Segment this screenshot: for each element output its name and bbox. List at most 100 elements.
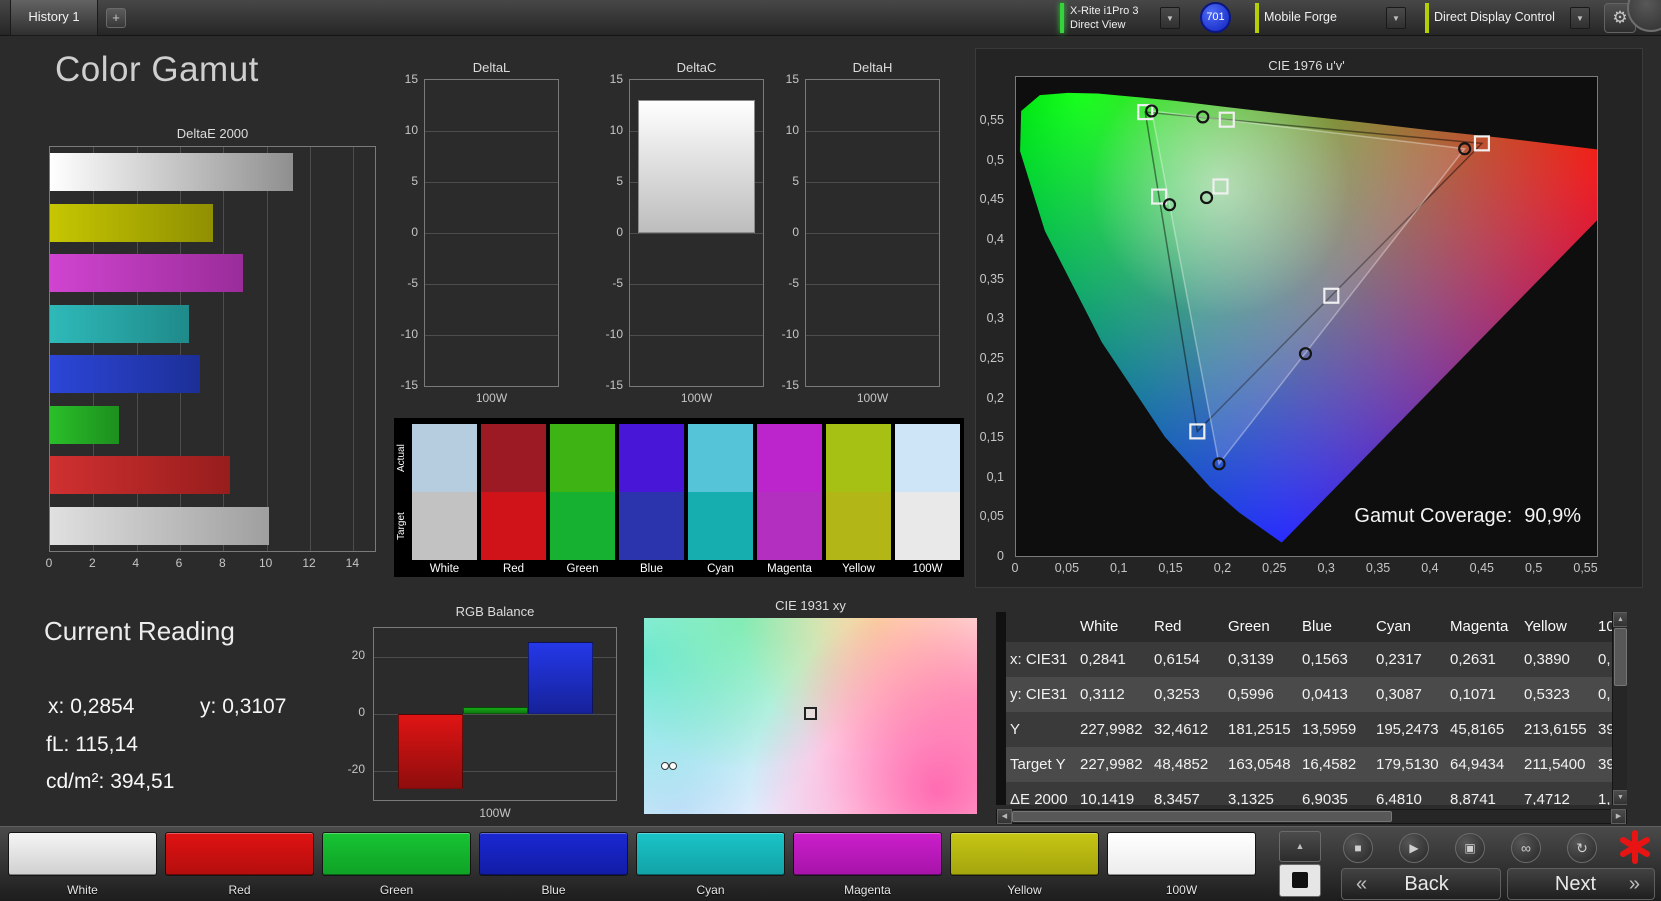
cie1976-title: CIE 1976 u'v' (1268, 58, 1345, 73)
table-row: Target Y 227,9982 48,4852 163,0548 16,4582 17… (1006, 747, 1612, 782)
patch-button-white[interactable] (8, 832, 157, 876)
scroll-right-button[interactable]: ▶ (1611, 809, 1626, 824)
next-button[interactable]: Next » (1507, 868, 1655, 900)
meter-status-indicator (1060, 3, 1064, 33)
swatch-actual (895, 424, 960, 492)
row-label: x: CIE31 (1010, 651, 1068, 668)
gridline (806, 335, 939, 336)
workflow-dropdown-chevron-icon[interactable]: ▼ (1386, 7, 1406, 29)
patch-label: 100W (1165, 883, 1198, 897)
swatch-label: Red (502, 563, 525, 575)
delta-c-chart: DeltaC 100W 15 10 5 0 -5 -10 -15 (589, 60, 765, 410)
patch-button-red[interactable] (165, 832, 314, 876)
axis-tick-label: 0,35 (979, 271, 1004, 286)
table-cell: 0,5323 (1524, 686, 1570, 703)
swatch-column-white: White (412, 424, 477, 577)
stop-button[interactable]: ■ (1343, 833, 1373, 863)
scroll-left-button[interactable]: ◀ (997, 809, 1012, 824)
swatch-label: Blue (639, 563, 664, 575)
cie1976-y-axis: 0 0,05 0,1 0,15 0,2 0,25 0,3 0,35 0,4 0,45 0,5 0,55 (960, 76, 1008, 563)
play-icon: ▶ (1409, 841, 1419, 855)
patch-window-button[interactable]: ▣ (1455, 833, 1485, 863)
vertical-scrollbar-thumb[interactable] (1614, 628, 1627, 686)
chart-x-label: 100W (856, 391, 889, 405)
patch-label: Green (379, 883, 414, 897)
continuous-measure-button[interactable]: ∞ (1511, 833, 1541, 863)
swatch-column-yellow: Yellow (826, 424, 891, 577)
meter-dropdown-chevron-icon[interactable]: ▼ (1160, 7, 1180, 29)
next-label: Next (1554, 872, 1596, 895)
swatch-column-red: Red (481, 424, 546, 577)
patch-button-yellow[interactable] (950, 832, 1099, 876)
cie1976-x-axis: 0 0,05 0,1 0,15 0,2 0,25 0,3 0,35 0,4 0,45 0,5 0,55 (1012, 561, 1598, 577)
cie1931-title: CIE 1931 xy (775, 598, 846, 613)
scroll-down-button[interactable]: ▼ (1613, 790, 1627, 805)
scroll-up-button[interactable]: ▲ (1613, 612, 1627, 627)
back-button[interactable]: « Back (1341, 868, 1501, 900)
actual-row-label: Actual (396, 444, 407, 472)
axis-tick-label: 10 (258, 556, 273, 570)
deltae-bar-chart (49, 146, 376, 552)
patch-button-green[interactable] (322, 832, 471, 876)
patch-button-blue[interactable] (479, 832, 628, 876)
play-button[interactable]: ▶ (1399, 833, 1429, 863)
page-title: Color Gamut (55, 50, 259, 89)
results-table: White Red Green Blue Cyan Magenta Yellow 10 x: … (996, 612, 1627, 805)
panel-up-button[interactable]: ▲ (1279, 831, 1321, 862)
x-value: 0,2854 (70, 695, 135, 718)
gridline (806, 284, 939, 285)
axis-tick-label: 10 (404, 123, 418, 137)
cd-value: 394,51 (110, 770, 175, 793)
vertical-scrollbar[interactable]: ▲ ▼ (1612, 612, 1627, 805)
display-selector[interactable]: Direct Display Control (1434, 10, 1555, 24)
column-header: Yellow (1524, 618, 1567, 635)
patch-button-cyan[interactable] (636, 832, 785, 876)
x-label: x: (48, 695, 65, 718)
table-cell: 163,0548 (1228, 756, 1291, 773)
axis-tick-label: 0,45 (979, 192, 1004, 207)
deltae-bar-100w (50, 506, 269, 545)
meter-selector[interactable]: X-Rite i1Pro 3 Direct View (1070, 4, 1138, 32)
deltae-chart-title: DeltaE 2000 (176, 126, 249, 141)
swatch-actual (412, 424, 477, 492)
axis-tick-label: 0,3 (1317, 561, 1335, 575)
swatch-columns: White Red Green Blue Cyan Magenta Yellow 100W (412, 424, 960, 577)
column-header: White (1080, 618, 1119, 635)
axis-tick-label: -5 (612, 276, 623, 290)
horizontal-scrollbar-thumb[interactable] (1012, 811, 1392, 822)
swatch-actual (481, 424, 546, 492)
loop-button[interactable]: ↻ (1567, 833, 1597, 863)
axis-tick-label: 0,25 (979, 350, 1004, 365)
history-tab[interactable]: History 1 (10, 0, 98, 36)
deltae-bar-red (50, 456, 230, 494)
chart-plot (629, 79, 764, 387)
axis-tick-label: 10 (609, 123, 623, 137)
table-cell: 0,2631 (1450, 651, 1496, 668)
workflow-selector[interactable]: Mobile Forge (1264, 10, 1337, 24)
patch-count-badge[interactable]: 701 (1200, 2, 1231, 33)
display-dropdown-chevron-icon[interactable]: ▼ (1570, 7, 1590, 29)
column-header: Cyan (1376, 618, 1412, 635)
axis-tick-label: 0,05 (979, 509, 1004, 524)
axis-tick-label: 6 (175, 556, 183, 570)
patch-preview-button[interactable] (1279, 864, 1321, 897)
axis-tick-label: 0 (616, 225, 623, 239)
patch-button-magenta[interactable] (793, 832, 942, 876)
table-cell: 39 (1598, 721, 1612, 738)
table-cell: 213,6155 (1524, 721, 1587, 738)
axis-tick-label: -10 (400, 327, 418, 341)
row-label: Y (1010, 721, 1021, 738)
table-cell: 45,8165 (1450, 721, 1505, 738)
axis-tick-label: 0,05 (1054, 561, 1080, 575)
axis-tick-label: -5 (407, 276, 418, 290)
table-cell: 0,3253 (1154, 686, 1200, 703)
cie1976-chromaticity-plot: Gamut Coverage: 90,9% (1015, 76, 1598, 557)
horizontal-scrollbar[interactable]: ◀ ▶ (996, 809, 1627, 824)
add-tab-button[interactable]: + (106, 8, 126, 28)
gear-icon: ⚙ (1612, 8, 1628, 27)
patch-button-100w[interactable] (1107, 832, 1256, 876)
back-label: Back (1404, 872, 1449, 895)
swatch-target (757, 492, 822, 560)
axis-tick-label: 8 (218, 556, 226, 570)
patch-label: Red (228, 883, 251, 897)
